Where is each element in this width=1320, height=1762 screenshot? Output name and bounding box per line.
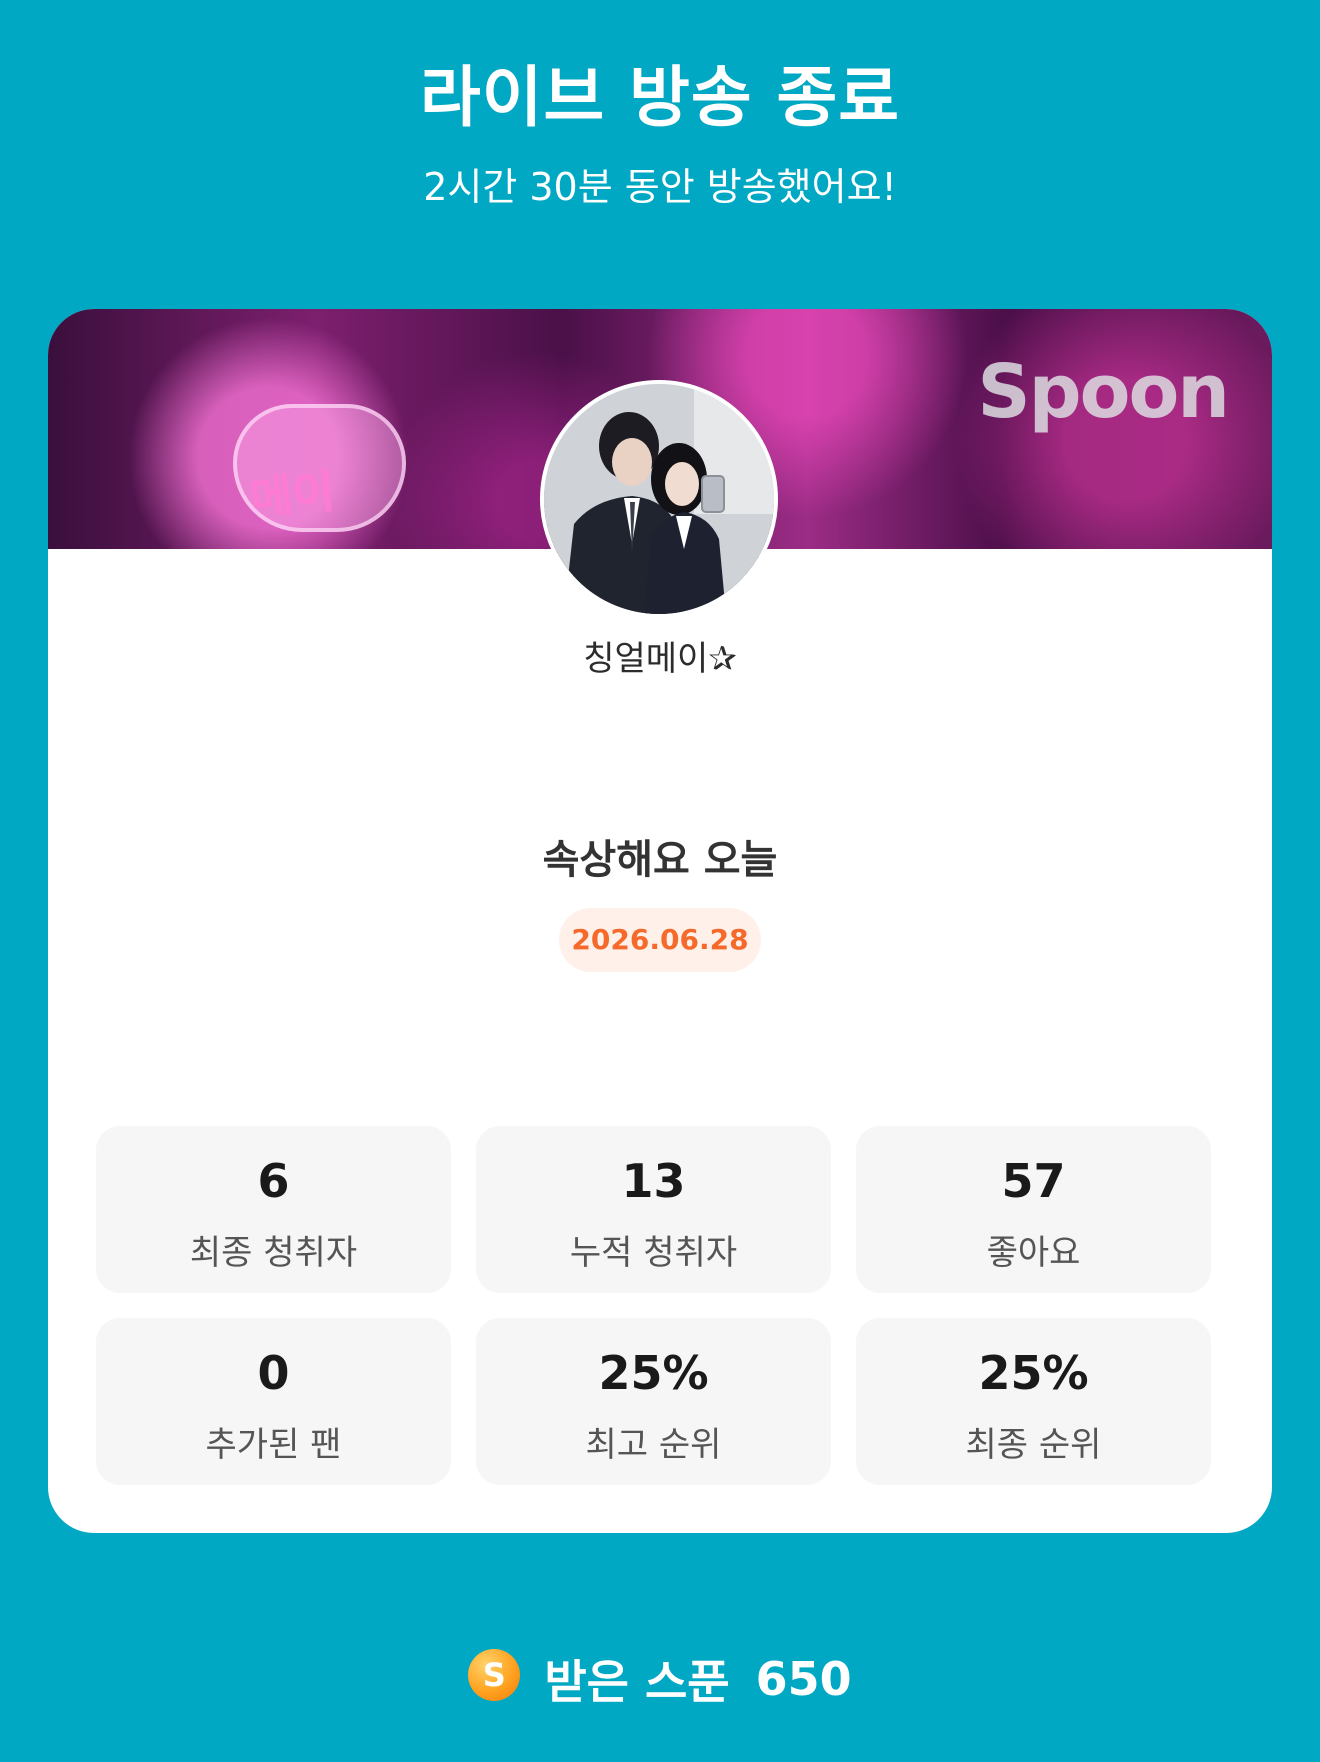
received-spoons-label: 받은 스푼 [544,1655,730,1709]
stat-new-fans: 0 추가된 팬 [96,1318,451,1485]
avatar [540,380,778,618]
stat-label: 최종 청취자 [189,1233,358,1273]
broadcast-date-badge: 2026.06.28 [559,908,761,972]
received-spoons-count: 650 [755,1652,852,1706]
stat-best-rank: 25% 최고 순위 [476,1318,831,1485]
stat-value: 25% [598,1346,709,1400]
broadcast-duration: 2시간 30분 동안 방송했어요! [423,165,897,209]
stat-label: 추가된 팬 [205,1425,342,1465]
stat-label: 좋아요 [986,1233,1081,1273]
stat-value: 6 [257,1154,290,1208]
received-spoons: S 받은 스푼 650 [0,1646,1320,1712]
banner-heart-text: 메이 [247,463,338,527]
page-title: 라이브 방송 종료 [420,59,900,136]
broadcast-title: 속상해요 오늘 [542,837,778,883]
stat-likes: 57 좋아요 [856,1126,1211,1293]
dj-nickname: 칭얼메이✰ [583,639,737,679]
stat-value: 57 [1001,1154,1066,1208]
spoon-coin-icon: S [468,1649,521,1701]
stat-final-listeners: 6 최종 청취자 [96,1126,451,1293]
stat-label: 최종 순위 [965,1425,1102,1465]
broadcast-summary-card: 메이 Spoon 칭얼메이✰ 속상해요 오늘 2026.06.28 6 최종 청… [48,309,1272,1533]
stat-total-listeners: 13 누적 청취자 [476,1126,831,1293]
stat-value: 0 [257,1346,290,1400]
avatar-photo [544,384,774,614]
stat-label: 최고 순위 [585,1425,722,1465]
stat-value: 25% [978,1346,1089,1400]
spoon-watermark: Spoon [977,349,1230,435]
stat-final-rank: 25% 최종 순위 [856,1318,1211,1485]
stat-value: 13 [621,1154,686,1208]
stat-label: 누적 청취자 [569,1233,738,1273]
